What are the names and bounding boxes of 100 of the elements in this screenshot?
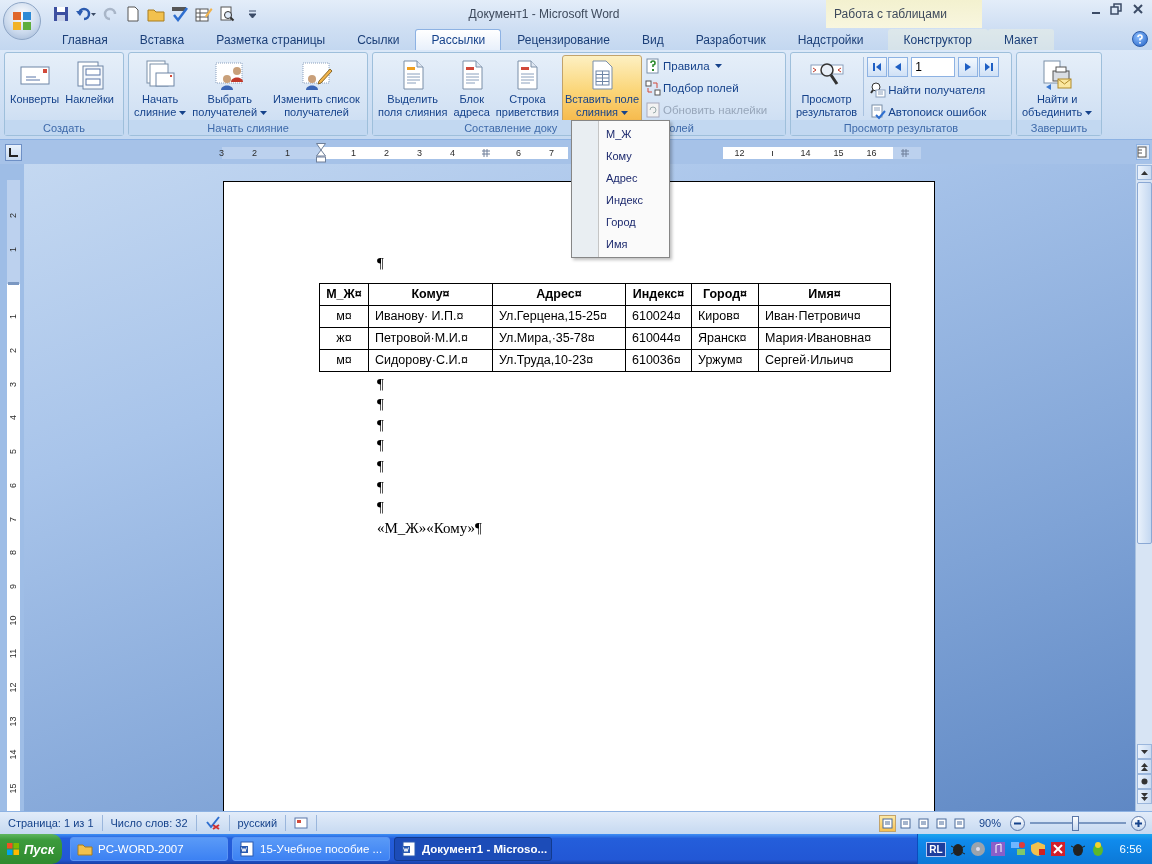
start-button[interactable]: Пуск [0,834,62,864]
ribbon-tab[interactable]: Надстройки [781,29,880,50]
zoom-level[interactable]: 90% [978,817,1001,829]
disc-icon [969,841,986,857]
paragraph-mark: ¶ [377,416,384,433]
table-header-cell: Индекс¤ [625,283,692,306]
slider-thumb[interactable] [1072,815,1080,831]
page-view-icon [953,817,965,829]
scroll-thumb[interactable] [1136,182,1152,544]
ribbon-tab[interactable]: Вид [625,29,680,50]
ruler-number: 9 [9,583,18,589]
table-cell: Киров¤ [691,305,759,328]
ribbon-button[interactable]: Правила [642,56,725,76]
ruler-number: 2 [9,348,18,354]
menu-item[interactable]: М_Ж [572,123,669,145]
table-cell: 610044¤ [625,327,692,350]
ruler-number: 4 [9,415,18,421]
window-title: Документ1 - Microsoft Word [468,7,620,21]
redo-icon [103,6,119,22]
table-cell: Мария·Ивановна¤ [758,327,891,350]
page-view-icon [881,817,893,829]
ribbon-tab[interactable]: Рецензирование [501,29,626,50]
table-cell: Ул.Герцена,15-25¤ [492,305,626,328]
status-text[interactable]: Число слов: 32 [102,815,197,831]
save-button[interactable] [52,5,70,23]
zoom-out-button[interactable] [1010,815,1025,831]
plus-icon [1135,819,1142,827]
new-document-button[interactable] [124,5,142,23]
ruler-number: 12 [9,682,18,693]
vertical-ruler[interactable]: 2 1 1 2 3 4 5 6 7 8 9 10 11 12 13 14 15 [7,180,20,811]
table-cell: 610036¤ [625,349,692,372]
undo-icon [75,6,97,22]
ribbon-button[interactable]: Вставить поле слияния [561,55,642,120]
table-cell: Иван·Петрович¤ [758,305,891,328]
ribbon-button[interactable]: Автопоиск ошибок [867,102,990,120]
table-cell: Яранск¤ [691,327,759,350]
browse-object-button[interactable] [1136,774,1152,789]
last-record-button[interactable] [979,57,1000,77]
page-view-icon [935,817,947,829]
view-button[interactable] [878,814,896,832]
ribbon-tab[interactable]: Вставка [123,29,201,50]
network-icon [1009,841,1026,857]
undo-button[interactable] [74,5,98,23]
customize-toolbar-button[interactable] [248,9,257,19]
paragraph-mark: ¶ [377,478,384,495]
ribbon-tab[interactable]: Разметка страницы [200,29,342,50]
ruler-number: 16 [866,148,877,158]
table-cell: Ул.Труда,10-23¤ [492,349,626,372]
menu-item[interactable]: Индекс [572,189,669,211]
language-badge[interactable]: RL [926,841,946,857]
ribbon-button[interactable]: Найти получателя [867,80,989,100]
language-indicator[interactable]: русский [229,815,287,831]
ruler-number: 8 [9,550,18,556]
table-header-cell: Город¤ [691,283,759,306]
tab-selector-button[interactable] [5,144,22,161]
table-header-cell: Адрес¤ [492,283,626,306]
ribbon-tab[interactable]: Разработчик [679,29,782,50]
ribbon-button[interactable]: Конверты [7,55,63,120]
ribbon-tab[interactable]: Рассылки [415,29,502,50]
printer-envelope-icon [1041,59,1074,91]
spelling-button[interactable] [170,5,190,23]
caret-icon [249,10,256,18]
menu-item[interactable]: Город [572,211,669,233]
record-number-field[interactable]: 1 [911,57,956,77]
ribbon-tab[interactable]: Ссылки [341,29,416,50]
zoom-in-button[interactable] [1131,815,1146,831]
previous-record-button[interactable] [888,57,909,77]
menu-item[interactable]: Имя [572,233,669,255]
scroll-down-button[interactable] [1136,744,1152,759]
refresh-icon [645,102,661,118]
ruler-number: 15 [9,783,18,794]
menu-item[interactable]: Адрес [572,167,669,189]
ruler-number: 13 [9,716,18,727]
paragraph-mark: ¶ [377,499,384,516]
ribbon-tab[interactable]: Главная [46,29,124,50]
ribbon-tab[interactable]: Макет [987,29,1054,50]
help-button[interactable] [1132,31,1148,47]
minimize-icon [1092,12,1100,14]
next-record-button[interactable] [958,57,979,77]
first-record-button[interactable] [867,57,888,77]
ruler-number: 2 [252,148,257,158]
status-text[interactable]: Страница: 1 из 1 [0,815,103,831]
shield-icon [1029,841,1046,857]
margin-marker-icon [8,281,19,285]
document-question-icon [645,58,661,74]
print-preview-button[interactable] [218,5,236,23]
table-cell: ж¤ [319,327,369,350]
ribbon-tab[interactable]: Конструктор [887,29,988,50]
scroll-up-button[interactable] [1136,165,1152,180]
menu-item[interactable]: Кому [572,145,669,167]
clock[interactable]: 6:56 [1119,843,1142,855]
taskbar-button[interactable]: Документ1 - Microso... [394,837,552,861]
ribbon-button[interactable]: Подбор полей [642,78,742,98]
table-pencil-button[interactable] [194,5,214,23]
merge-field-text: «М_Ж»«Кому»¶ [377,519,482,536]
caret-icon [621,111,629,116]
next-page-button[interactable] [1136,789,1152,804]
ruler-number: 7 [549,148,554,158]
ruler-toggle-button[interactable] [1136,144,1150,160]
previous-page-button[interactable] [1136,759,1152,774]
